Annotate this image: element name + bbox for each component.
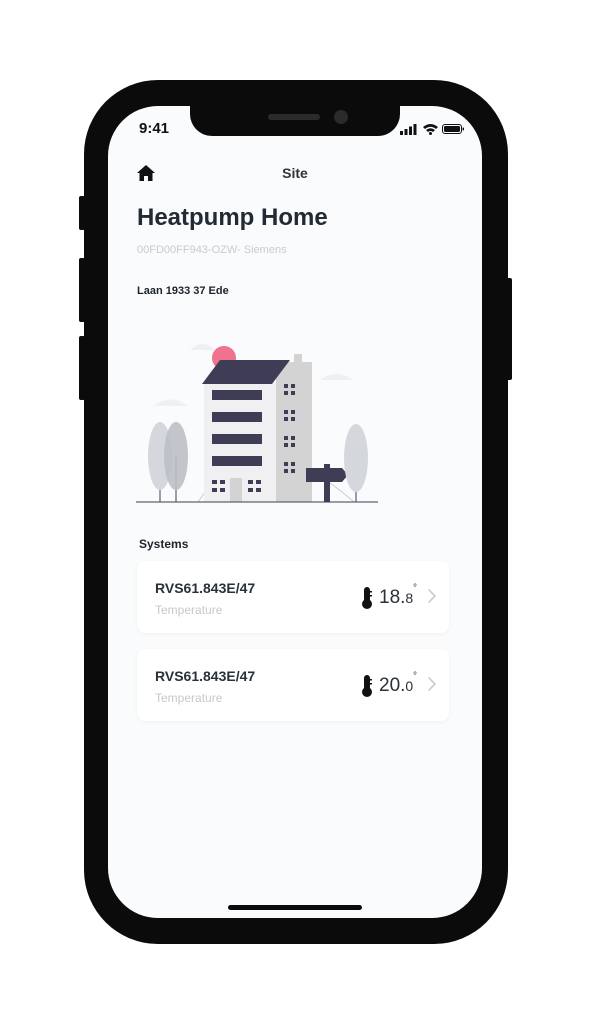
battery-icon [442, 124, 464, 134]
chevron-right-icon [428, 589, 436, 603]
system-subtitle: Temperature [155, 603, 223, 617]
system-name: RVS61.843E/47 [155, 668, 256, 684]
site-name: Heatpump Home [137, 204, 328, 231]
site-address: Laan 1933 37 Ede [137, 285, 229, 297]
thermometer-icon [362, 587, 372, 609]
page-title: Site [282, 165, 308, 181]
system-temperature: 18.8 [379, 587, 413, 609]
degree-symbol: ° [413, 671, 417, 682]
wifi-icon [423, 124, 438, 135]
temp-integer: 20. [379, 675, 406, 696]
thermometer-icon [362, 675, 372, 697]
signal-icon [400, 124, 417, 135]
home-indicator[interactable] [228, 905, 362, 910]
site-id: 00FD00FF943-OZW- Siemens [137, 244, 287, 256]
system-card[interactable]: RVS61.843E/47 Temperature 18.8 ° [137, 561, 449, 633]
degree-symbol: ° [413, 583, 417, 594]
temp-integer: 18. [379, 587, 406, 608]
camera [334, 110, 348, 124]
chevron-right-icon [428, 677, 436, 691]
status-icons [400, 124, 464, 135]
notch [190, 106, 400, 136]
power-button [506, 278, 512, 380]
mute-switch [79, 196, 85, 230]
volume-down-button [79, 336, 85, 400]
system-name: RVS61.843E/47 [155, 580, 256, 596]
screen: 9:41 Site Heatpump Home 00FD00FF943-OZW-… [108, 106, 482, 918]
status-time: 9:41 [139, 120, 170, 137]
systems-section-label: Systems [139, 537, 189, 551]
volume-up-button [79, 258, 85, 322]
building-illustration [136, 344, 378, 503]
speaker [268, 114, 320, 120]
system-temperature: 20.0 [379, 675, 413, 697]
system-card[interactable]: RVS61.843E/47 Temperature 20.0 ° [137, 649, 449, 721]
system-subtitle: Temperature [155, 691, 223, 705]
